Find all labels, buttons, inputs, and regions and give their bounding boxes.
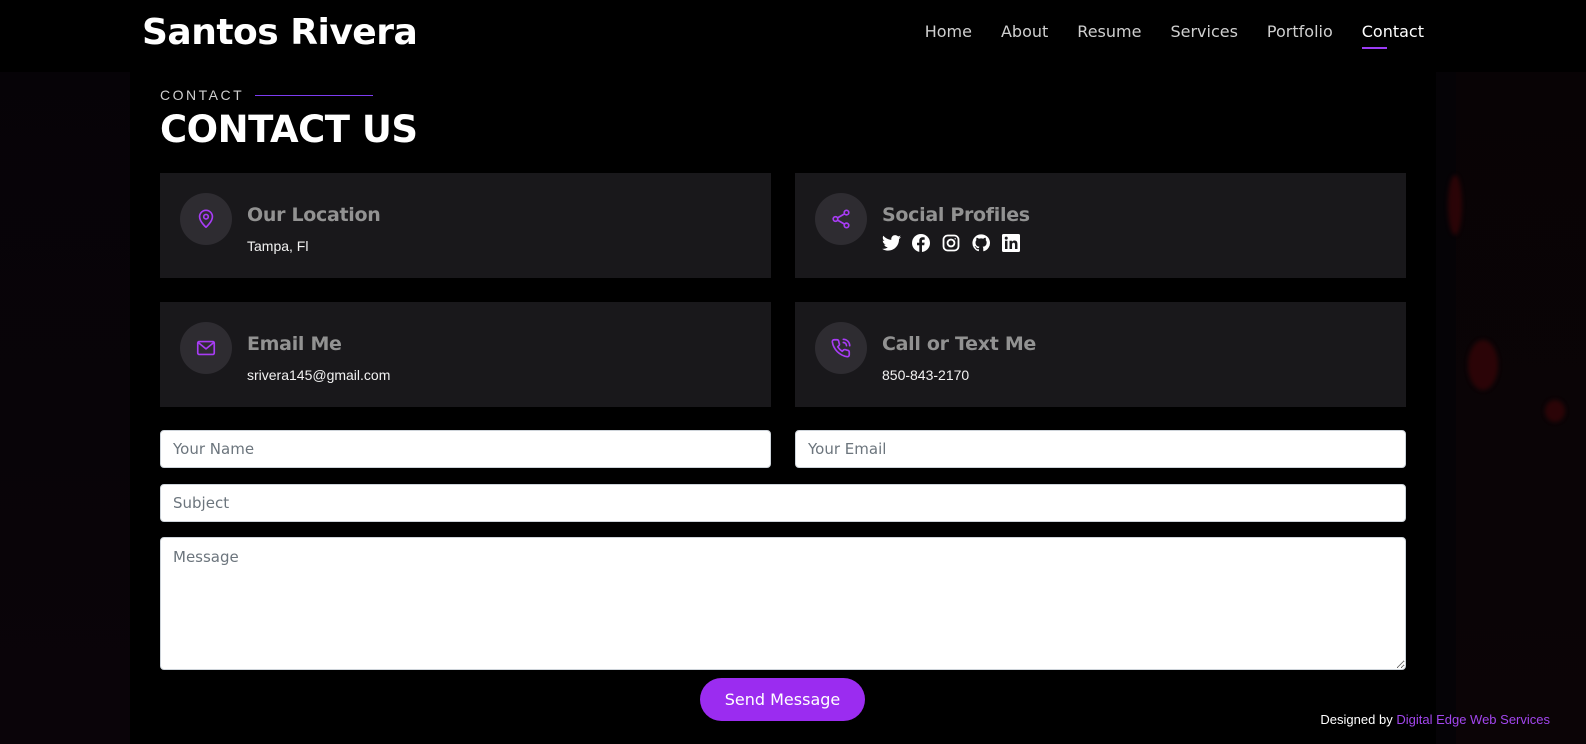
location-title: Our Location: [247, 204, 381, 226]
github-icon[interactable]: [971, 233, 991, 253]
map-pin-icon: [198, 209, 214, 229]
linkedin-icon[interactable]: [1001, 233, 1021, 253]
background-blot: [1448, 175, 1462, 235]
background-blot: [1545, 400, 1565, 422]
phone-value[interactable]: 850-843-2170: [882, 367, 969, 383]
background-left: [0, 0, 130, 744]
nav-about[interactable]: About: [1001, 22, 1048, 49]
instagram-icon[interactable]: [941, 233, 961, 253]
background-blot: [1468, 340, 1498, 390]
section-label-line: [255, 94, 374, 96]
share-icon: [832, 209, 850, 229]
phone-icon-circle: [815, 322, 867, 374]
credit-link[interactable]: Digital Edge Web Services: [1396, 712, 1550, 727]
send-message-button[interactable]: Send Message: [700, 678, 865, 721]
name-input[interactable]: [160, 430, 771, 468]
social-icon-circle: [815, 193, 867, 245]
nav-contact[interactable]: Contact: [1361, 22, 1424, 49]
social-links: [881, 233, 1021, 253]
nav-home[interactable]: Home: [925, 22, 972, 49]
email-input[interactable]: [795, 430, 1406, 468]
location-value: Tampa, Fl: [247, 238, 309, 254]
phone-icon: [831, 338, 851, 358]
facebook-icon[interactable]: [911, 233, 931, 253]
section-label-text: CONTACT: [160, 87, 245, 103]
subject-input[interactable]: [160, 484, 1406, 522]
site-header: Santos Rivera Home About Resume Services…: [0, 0, 1586, 72]
message-textarea[interactable]: [160, 537, 1406, 670]
social-title: Social Profiles: [882, 204, 1030, 226]
email-card: Email Me srivera145@gmail.com: [160, 302, 771, 407]
phone-title: Call or Text Me: [882, 333, 1037, 355]
nav-services[interactable]: Services: [1170, 22, 1237, 49]
email-title: Email Me: [247, 333, 342, 355]
email-value[interactable]: srivera145@gmail.com: [247, 367, 390, 383]
page-title: CONTACT US: [160, 108, 418, 151]
twitter-icon[interactable]: [881, 233, 901, 253]
email-icon-circle: [180, 322, 232, 374]
envelope-icon: [196, 340, 216, 356]
social-card: Social Profiles: [795, 173, 1406, 278]
section-label: CONTACT: [160, 87, 374, 103]
footer-credits: Designed by Digital Edge Web Services: [1320, 712, 1550, 727]
site-logo[interactable]: Santos Rivera: [142, 12, 418, 53]
location-icon-circle: [180, 193, 232, 245]
designed-by-text: Designed by: [1320, 712, 1393, 727]
nav-resume[interactable]: Resume: [1077, 22, 1141, 49]
phone-card: Call or Text Me 850-843-2170: [795, 302, 1406, 407]
nav-portfolio[interactable]: Portfolio: [1267, 22, 1333, 49]
main-nav: Home About Resume Services Portfolio Con…: [925, 22, 1424, 49]
location-card: Our Location Tampa, Fl: [160, 173, 771, 278]
